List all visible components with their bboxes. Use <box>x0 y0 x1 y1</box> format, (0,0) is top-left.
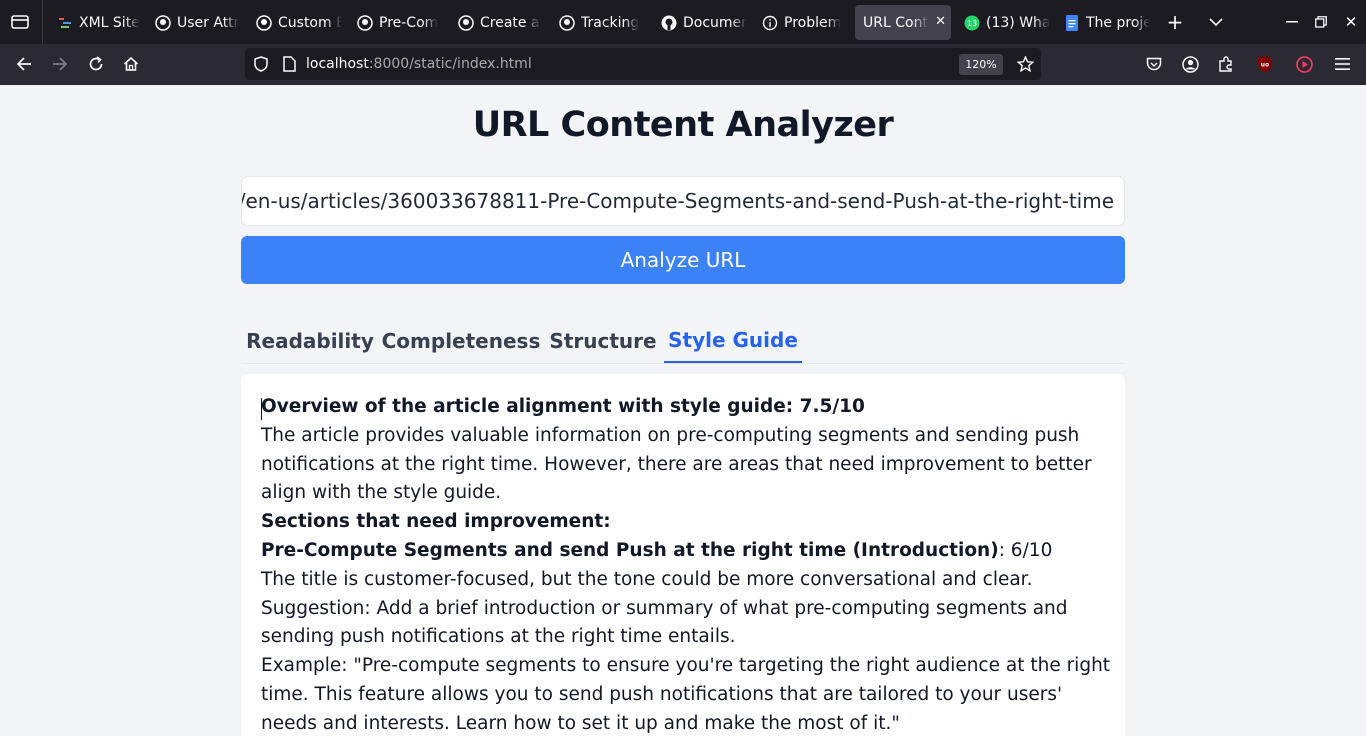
tab-label: Pre-Com <box>379 14 439 31</box>
tab-label: The proje <box>1086 14 1150 31</box>
overview-heading: Overview of the article alignment with s… <box>261 396 865 417</box>
close-tab-icon[interactable]: ✕ <box>935 14 946 29</box>
tab-problem[interactable]: Problem <box>756 5 848 40</box>
github-icon <box>661 15 677 31</box>
new-tab-plus-icon[interactable]: + <box>1165 10 1185 34</box>
info-icon <box>762 15 778 31</box>
analysis-tabs: Readability Completeness Structure Style… <box>241 318 1125 364</box>
help-center-icon <box>357 14 373 31</box>
address-url[interactable]: localhost:8000/static/index.html <box>306 56 532 72</box>
help-center-icon <box>559 14 575 31</box>
tab-label: Tracking <box>581 14 640 31</box>
tab-label: Create a <box>480 14 540 31</box>
browser-nav-bar: localhost:8000/static/index.html 120% uo <box>0 44 1366 85</box>
tab-label: Problem <box>784 14 842 31</box>
docs-icon <box>1064 14 1080 31</box>
tab-google-docs[interactable]: The proje <box>1058 5 1150 40</box>
tab-style-guide[interactable]: Style Guide <box>664 318 802 363</box>
tab-label: XML Site <box>79 14 140 31</box>
browser-tab-bar: XML Site User Attr Custom E Pre-Com Crea… <box>0 0 1366 44</box>
section-suggestion: Suggestion: Add a brief introduction or … <box>261 597 1068 648</box>
close-window-icon[interactable]: ✕ <box>1341 12 1361 32</box>
firefox-view-icon[interactable] <box>10 12 30 32</box>
tab-pre-compute[interactable]: Pre-Com <box>351 5 443 40</box>
tab-create-a[interactable]: Create a <box>452 5 544 40</box>
tab-tracking[interactable]: Tracking <box>553 5 645 40</box>
tab-label: URL Conte <box>863 14 929 31</box>
page-document-icon[interactable] <box>279 54 299 74</box>
help-center-icon <box>458 14 474 31</box>
reload-icon[interactable] <box>86 54 106 74</box>
zoom-level-badge[interactable]: 120% <box>959 54 1003 75</box>
url-input-value: https://help.webengage.com/hc/en-us/arti… <box>241 189 1114 213</box>
tab-separator <box>42 0 43 44</box>
address-bar[interactable]: localhost:8000/static/index.html 120% <box>245 48 1041 80</box>
pocket-icon[interactable] <box>1144 54 1164 74</box>
restore-window-icon[interactable] <box>1311 12 1331 32</box>
sections-heading: Sections that need improvement: <box>261 511 611 533</box>
whatsapp-icon: 13 <box>964 15 980 31</box>
tab-label: (13) Wha <box>986 14 1050 31</box>
url-input[interactable]: https://help.webengage.com/hc/en-us/arti… <box>241 176 1125 226</box>
shield-tracking-protection-icon[interactable] <box>251 54 271 74</box>
bookmark-star-icon[interactable] <box>1015 54 1035 74</box>
help-center-icon <box>256 14 272 31</box>
extensions-puzzle-icon[interactable] <box>1216 54 1236 74</box>
tab-completeness[interactable]: Completeness <box>379 318 543 363</box>
analyze-url-button[interactable]: Analyze URL <box>241 236 1125 284</box>
section-score: : 6/10 <box>998 539 1053 561</box>
tab-url-content-analyzer[interactable]: URL Conte ✕ <box>855 5 951 40</box>
video-player-icon[interactable] <box>1294 54 1314 74</box>
tab-custom-events[interactable]: Custom E <box>250 5 342 40</box>
minimize-window-icon[interactable] <box>1282 12 1302 32</box>
page-content: URL Content Analyzer https://help.webeng… <box>0 85 1366 736</box>
svg-text:13: 13 <box>967 19 977 28</box>
overview-text: The article provides valuable informatio… <box>261 424 1092 504</box>
section-example: Example: "Pre-compute segments to ensure… <box>261 655 1111 734</box>
home-icon[interactable] <box>121 54 141 74</box>
hamburger-menu-icon[interactable] <box>1332 54 1352 74</box>
tab-label: Documen <box>683 14 747 31</box>
tab-documentation[interactable]: Documen <box>655 5 747 40</box>
report-content: Overview of the article alignment with s… <box>261 393 1111 736</box>
account-icon[interactable] <box>1180 54 1200 74</box>
svg-text:uo: uo <box>1261 62 1269 69</box>
tab-readability[interactable]: Readability <box>241 318 379 363</box>
help-center-icon <box>155 14 171 31</box>
tab-structure[interactable]: Structure <box>543 318 663 363</box>
url-path: :8000/static/index.html <box>368 56 532 72</box>
list-tabs-chevron-down-icon[interactable] <box>1206 12 1226 32</box>
ublock-origin-icon[interactable]: uo <box>1255 54 1275 74</box>
tab-xml-sitemap[interactable]: XML Site <box>51 5 143 40</box>
tab-whatsapp[interactable]: 13 (13) Wha <box>958 5 1050 40</box>
url-host: localhost <box>306 56 369 72</box>
section-note: The title is customer-focused, but the t… <box>261 568 1033 590</box>
tab-label: User Attr <box>177 14 240 31</box>
style-guide-report-card: Overview of the article alignment with s… <box>241 374 1125 736</box>
forward-arrow-icon[interactable] <box>50 54 70 74</box>
tab-user-attributes[interactable]: User Attr <box>149 5 244 40</box>
back-arrow-icon[interactable] <box>14 54 34 74</box>
page-title: URL Content Analyzer <box>472 105 894 145</box>
tab-label: Custom E <box>278 14 342 31</box>
section-title: Pre-Compute Segments and send Push at th… <box>261 539 999 561</box>
sitemap-icon <box>57 15 73 31</box>
